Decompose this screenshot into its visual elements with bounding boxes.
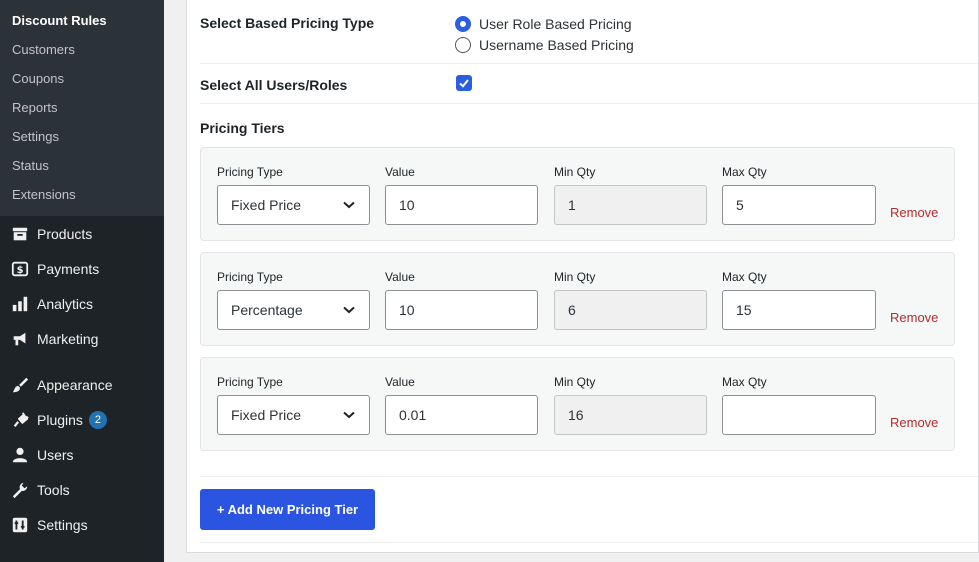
wrench-icon <box>10 480 30 500</box>
divider <box>200 476 978 477</box>
menu-item-label: Tools <box>37 481 70 498</box>
menu-item-payments[interactable]: $ Payments <box>0 251 164 286</box>
menu-item-label: Products <box>37 225 93 242</box>
value-input[interactable]: 10 <box>385 290 538 330</box>
value-column-label: Value <box>385 375 415 389</box>
menu-item-plugins[interactable]: Plugins 2 <box>0 402 164 437</box>
min-qty-column-label: Min Qty <box>554 270 596 284</box>
radio-label: User Role Based Pricing <box>479 16 632 32</box>
menu-item-label: Plugins <box>37 411 83 428</box>
payments-icon: $ <box>10 259 30 279</box>
pricing-type-column-label: Pricing Type <box>217 375 283 389</box>
pricing-type-selected: Fixed Price <box>231 407 302 423</box>
settings-sliders-icon <box>10 515 30 535</box>
menu-item-label: Settings <box>37 516 88 533</box>
menu-item-label: Users <box>37 446 74 463</box>
max-qty-column-label: Max Qty <box>722 270 767 284</box>
min-qty-input: 16 <box>554 395 707 435</box>
pricing-type-row: Select Based Pricing Type User Role Base… <box>200 0 978 64</box>
select-all-checkbox[interactable] <box>456 75 472 91</box>
value-column-label: Value <box>385 165 415 179</box>
submenu-item-coupons[interactable]: Coupons <box>0 64 164 93</box>
pricing-type-selected: Percentage <box>231 302 303 318</box>
value-input[interactable]: 10 <box>385 185 538 225</box>
pricing-type-select[interactable]: Percentage <box>217 290 370 330</box>
menu-item-tools[interactable]: Tools <box>0 472 164 507</box>
update-count-badge: 2 <box>88 410 107 429</box>
archive-icon <box>10 224 30 244</box>
menu-item-appearance[interactable]: Appearance <box>0 367 164 402</box>
pricing-tier-card: Pricing Type Value Min Qty Max Qty Fixed… <box>200 357 955 451</box>
admin-sidebar: Discount Rules Customers Coupons Reports… <box>0 0 164 562</box>
pricing-tier-card: Pricing Type Value Min Qty Max Qty Fixed… <box>200 147 955 241</box>
discount-rule-form: Select Based Pricing Type User Role Base… <box>186 0 979 553</box>
pricing-tier-card: Pricing Type Value Min Qty Max Qty Perce… <box>200 252 955 346</box>
submenu-item-customers[interactable]: Customers <box>0 35 164 64</box>
min-qty-input: 6 <box>554 290 707 330</box>
plug-icon <box>10 410 30 430</box>
min-qty-input: 1 <box>554 185 707 225</box>
menu-item-users[interactable]: Users <box>0 437 164 472</box>
remove-tier-link[interactable]: Remove <box>890 415 938 430</box>
min-qty-column-label: Min Qty <box>554 375 596 389</box>
paintbrush-icon <box>10 375 30 395</box>
menu-item-products[interactable]: Products <box>0 216 164 251</box>
pricing-tiers-heading: Pricing Tiers <box>200 120 285 136</box>
radio-username-pricing[interactable]: Username Based Pricing <box>455 37 634 53</box>
pricing-type-label: Select Based Pricing Type <box>200 15 375 31</box>
menu-item-label: Marketing <box>37 330 99 347</box>
remove-tier-link[interactable]: Remove <box>890 310 938 325</box>
woocommerce-submenu: Discount Rules Customers Coupons Reports… <box>0 0 164 216</box>
menu-item-marketing[interactable]: Marketing <box>0 321 164 356</box>
user-icon <box>10 445 30 465</box>
value-input[interactable]: 0.01 <box>385 395 538 435</box>
radio-user-role-pricing[interactable]: User Role Based Pricing <box>455 16 632 32</box>
max-qty-column-label: Max Qty <box>722 375 767 389</box>
min-qty-column-label: Min Qty <box>554 165 596 179</box>
megaphone-icon <box>10 329 30 349</box>
pricing-type-column-label: Pricing Type <box>217 165 283 179</box>
add-pricing-tier-button[interactable]: + Add New Pricing Tier <box>200 489 375 530</box>
radio-button[interactable] <box>455 37 471 53</box>
pricing-type-selected: Fixed Price <box>231 197 302 213</box>
max-qty-input[interactable] <box>722 395 876 435</box>
submenu-item-status[interactable]: Status <box>0 151 164 180</box>
menu-item-analytics[interactable]: Analytics <box>0 286 164 321</box>
value-column-label: Value <box>385 270 415 284</box>
radio-label: Username Based Pricing <box>479 37 634 53</box>
chevron-down-icon <box>343 411 355 419</box>
select-all-row: Select All Users/Roles <box>200 63 978 104</box>
pricing-type-column-label: Pricing Type <box>217 270 283 284</box>
pricing-type-select[interactable]: Fixed Price <box>217 185 370 225</box>
menu-item-label: Analytics <box>37 295 94 312</box>
max-qty-input[interactable]: 15 <box>722 290 876 330</box>
menu-item-label: Payments <box>37 260 100 277</box>
svg-text:$: $ <box>17 265 24 276</box>
remove-tier-link[interactable]: Remove <box>890 205 938 220</box>
radio-button-checked[interactable] <box>455 16 471 32</box>
submenu-item-reports[interactable]: Reports <box>0 93 164 122</box>
bar-chart-icon <box>10 294 30 314</box>
max-qty-input[interactable]: 5 <box>722 185 876 225</box>
menu-item-label: Appearance <box>37 376 113 393</box>
chevron-down-icon <box>343 306 355 314</box>
submenu-item-extensions[interactable]: Extensions <box>0 180 164 209</box>
select-all-label: Select All Users/Roles <box>200 77 348 93</box>
submenu-item-discount-rules[interactable]: Discount Rules <box>0 6 164 35</box>
checkmark-icon <box>459 79 469 88</box>
chevron-down-icon <box>343 201 355 209</box>
menu-item-settings[interactable]: Settings <box>0 507 164 542</box>
divider <box>200 542 978 543</box>
max-qty-column-label: Max Qty <box>722 165 767 179</box>
pricing-type-select[interactable]: Fixed Price <box>217 395 370 435</box>
submenu-item-settings[interactable]: Settings <box>0 122 164 151</box>
